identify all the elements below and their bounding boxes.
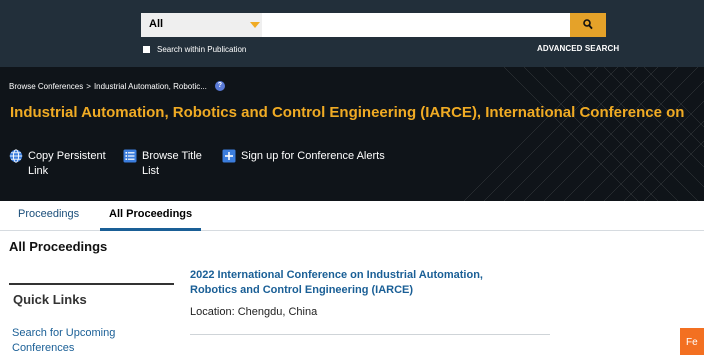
tab-proceedings[interactable]: Proceedings [18, 201, 79, 231]
search-icon [583, 19, 593, 30]
global-search-bar: All Search within Publication ADVANCED S… [0, 0, 704, 67]
breadcrumb: Browse Conferences > Industrial Automati… [9, 81, 225, 91]
quick-link-upcoming-conferences[interactable]: Search for Upcoming Conferences [12, 326, 152, 355]
section-heading: All Proceedings [9, 239, 108, 254]
search-scope-dropdown[interactable]: All [141, 13, 262, 37]
search-within-publication-checkbox[interactable]: Search within Publication [143, 43, 246, 55]
checkbox-icon [143, 45, 150, 53]
copy-persistent-link-label-line2: Link [28, 165, 49, 177]
conference-alerts-label: Sign up for Conference Alerts [241, 150, 385, 162]
page-title: Industrial Automation, Robotics and Cont… [10, 104, 685, 121]
globe-icon [9, 149, 23, 163]
help-icon[interactable]: ? [214, 81, 225, 91]
proceeding-title-link[interactable]: 2022 International Conference on Industr… [190, 268, 520, 298]
feedback-button[interactable]: Fe [680, 328, 704, 355]
header-background-pattern [464, 67, 704, 201]
proceeding-title-line2: Robotics and Control Engineering (IARCE) [190, 284, 414, 296]
copy-persistent-link-label-line1: Copy Persistent [28, 150, 106, 162]
conference-alerts-button[interactable]: Sign up for Conference Alerts [222, 149, 385, 164]
advanced-search-link[interactable]: ADVANCED SEARCH [537, 44, 619, 53]
breadcrumb-current[interactable]: Industrial Automation, Robotic... [94, 82, 207, 91]
plus-square-icon [222, 149, 236, 163]
result-divider [190, 334, 550, 335]
conference-header: Browse Conferences > Industrial Automati… [0, 67, 704, 201]
search-within-publication-label: Search within Publication [157, 44, 247, 54]
breadcrumb-browse-conferences[interactable]: Browse Conferences [9, 82, 83, 91]
list-icon [123, 149, 137, 163]
quick-link-line1: Search for Upcoming [12, 327, 116, 339]
header-actions: Copy Persistent Link Browse Title List S… [9, 149, 489, 189]
chevron-down-icon [250, 22, 260, 28]
tab-bar: Proceedings All Proceedings [0, 201, 704, 231]
search-button[interactable] [570, 13, 606, 37]
breadcrumb-separator: > [86, 81, 91, 91]
proceeding-title-line1: 2022 International Conference on Industr… [190, 269, 483, 281]
quick-link-line2: Conferences [12, 342, 75, 354]
search-input[interactable] [262, 13, 570, 37]
search-scope-value: All [149, 18, 164, 30]
quick-links-divider [9, 283, 174, 285]
quick-links-title: Quick Links [13, 292, 87, 307]
proceeding-location: Location: Chengdu, China [190, 306, 318, 318]
browse-title-list-label-line1: Browse Title [142, 150, 202, 162]
copy-persistent-link-button[interactable]: Copy Persistent Link [9, 149, 106, 179]
tab-all-proceedings[interactable]: All Proceedings [100, 201, 202, 231]
browse-title-list-button[interactable]: Browse Title List [123, 149, 202, 179]
browse-title-list-label-line2: List [142, 165, 160, 177]
